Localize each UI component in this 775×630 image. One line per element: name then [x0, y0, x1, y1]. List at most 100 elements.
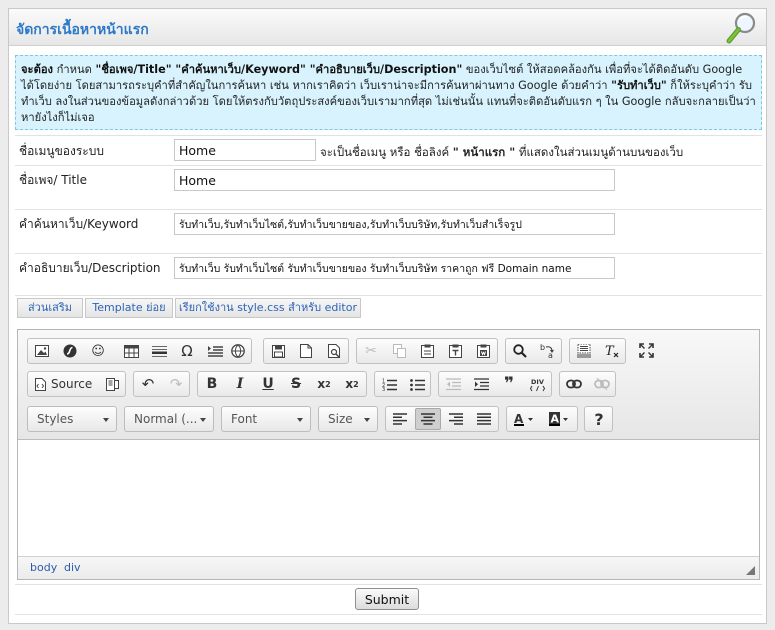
undo-icon[interactable]: ↶ [135, 373, 161, 395]
align-group [385, 406, 499, 432]
background-color-icon[interactable]: A [543, 408, 577, 430]
magnifier-icon [726, 12, 756, 44]
editor-content-area[interactable] [18, 440, 759, 556]
help-icon[interactable]: ? [586, 408, 612, 430]
text-style-group: B I U S x2 x2 [197, 371, 367, 397]
menu-name-label: ชื่อเมนูของระบบ [19, 144, 104, 158]
strikethrough-icon[interactable]: S [283, 373, 309, 395]
flash-icon[interactable] [57, 340, 83, 362]
notice-example: "รับทำเว็บ" [611, 79, 667, 92]
title-input[interactable] [174, 169, 615, 191]
link-icon[interactable] [561, 373, 587, 395]
notice-fields: "ชื่อเพจ/Title" "คำค้นหาเว็บ/Keyword" "ค… [95, 63, 463, 76]
iframe-icon[interactable] [225, 340, 251, 362]
align-left-icon[interactable] [387, 408, 413, 430]
format-label: Normal (... [134, 412, 198, 426]
underline-icon[interactable]: U [255, 373, 281, 395]
horizontal-rule-icon[interactable] [146, 340, 172, 362]
select-all-icon[interactable] [571, 340, 597, 362]
maximize-icon[interactable] [633, 339, 659, 361]
text-color-icon[interactable]: A [508, 408, 542, 430]
path-div[interactable]: div [64, 561, 81, 574]
resize-handle-icon[interactable] [746, 566, 755, 575]
keyword-input[interactable] [174, 213, 615, 235]
size-label: Size [328, 412, 353, 426]
description-row: คำอธิบายเว็บ/Description [15, 253, 762, 295]
create-div-icon[interactable]: DIV [524, 373, 550, 395]
chevron-down-icon [103, 418, 109, 422]
seo-notice: จะต้อง กำหนด "ชื่อเพจ/Title" "คำค้นหาเว็… [15, 55, 762, 130]
bold-icon[interactable]: B [199, 373, 225, 395]
find-group: ba [505, 338, 562, 364]
keyword-label: คำค้นหาเว็บ/Keyword [19, 217, 139, 231]
paste-icon[interactable] [414, 340, 440, 362]
source-button[interactable]: Source [29, 373, 99, 395]
path-body[interactable]: body [30, 561, 57, 574]
superscript-icon[interactable]: x2 [339, 373, 365, 395]
format-dropdown[interactable]: Normal (... [124, 406, 214, 432]
special-character-icon[interactable]: Ω [174, 340, 200, 362]
styles-label: Styles [37, 412, 74, 426]
tab-sub-template[interactable]: Template ย่อย [85, 298, 173, 318]
align-center-icon[interactable] [415, 408, 441, 430]
font-dropdown[interactable]: Font [221, 406, 311, 432]
editor-status-bar: body div [18, 556, 759, 579]
justify-icon[interactable] [471, 408, 497, 430]
editor-toolbar: ☺ Ω ✂ b a T Source ↶ ↷ B I U S x 2 x 2 1… [18, 330, 759, 440]
italic-icon[interactable]: I [227, 373, 253, 395]
history-group: ↶ ↷ [133, 371, 190, 397]
tab-editor-stylesheet[interactable]: เรียกใช้งาน style.css สำหรับ editor [175, 298, 361, 318]
insert-group: ☺ Ω [27, 338, 252, 364]
color-group: A A [506, 406, 578, 432]
title-row: ชื่อเพจ/ Title [15, 165, 762, 209]
save-icon[interactable] [265, 340, 291, 362]
rich-text-editor: ☺ Ω ✂ b a T Source ↶ ↷ B I U S x 2 x 2 1… [17, 329, 760, 580]
copy-icon[interactable] [386, 340, 412, 362]
divider [15, 614, 762, 615]
unlink-icon[interactable] [589, 373, 615, 395]
font-label: Font [231, 412, 258, 426]
subscript-icon[interactable]: x2 [311, 373, 337, 395]
redo-icon[interactable]: ↷ [163, 373, 189, 395]
find-icon[interactable] [507, 340, 533, 362]
styles-dropdown[interactable]: Styles [27, 406, 117, 432]
hint-text: จะเป็นชื่อเมนู หรือ ชื่อลิงค์ [320, 145, 453, 159]
paste-word-icon[interactable] [470, 340, 496, 362]
hint-text: ที่แสดงในส่วนเมนูด้านบนของเว็บ [515, 145, 684, 159]
align-right-icon[interactable] [443, 408, 469, 430]
menu-name-input[interactable] [174, 139, 316, 161]
paste-text-icon[interactable] [442, 340, 468, 362]
source-group: Source [27, 371, 126, 397]
remove-format-icon[interactable]: T [599, 340, 625, 362]
tab-extras[interactable]: ส่วนเสริม [17, 298, 83, 318]
indent-icon[interactable] [468, 373, 494, 395]
bulleted-list-icon[interactable] [404, 373, 430, 395]
size-dropdown[interactable]: Size [318, 406, 378, 432]
select-group: T [569, 338, 626, 364]
notice-text: กำหนด [53, 63, 96, 76]
description-input[interactable] [174, 257, 615, 279]
svg-text:A: A [551, 413, 560, 426]
menu-name-hint: จะเป็นชื่อเมนู หรือ ชื่อลิงค์ " หน้าแรก … [320, 144, 683, 162]
submit-row: Submit [15, 584, 762, 610]
submit-button[interactable]: Submit [355, 588, 419, 610]
blockquote-icon[interactable]: ❞ [496, 373, 522, 395]
image-icon[interactable] [29, 340, 55, 362]
table-icon[interactable] [118, 340, 144, 362]
panel-header: จัดการเนื้อหาหน้าแรก [9, 9, 766, 46]
title-label: ชื่อเพจ/ Title [19, 173, 87, 187]
svg-text:T: T [605, 344, 615, 358]
preview-icon[interactable] [321, 340, 347, 362]
replace-icon[interactable]: ba [535, 340, 561, 362]
new-page-icon[interactable] [293, 340, 319, 362]
clipboard-group: ✂ [356, 338, 498, 364]
smiley-icon[interactable]: ☺ [85, 340, 111, 362]
page-title: จัดการเนื้อหาหน้าแรก [16, 22, 149, 38]
svg-text:A: A [514, 412, 524, 426]
cut-icon[interactable]: ✂ [358, 340, 384, 362]
numbered-list-icon[interactable]: 123 [376, 373, 402, 395]
document-group [263, 338, 349, 364]
templates-icon[interactable] [99, 373, 125, 395]
notice-emphasis: จะต้อง [21, 63, 54, 76]
outdent-icon[interactable] [440, 373, 466, 395]
